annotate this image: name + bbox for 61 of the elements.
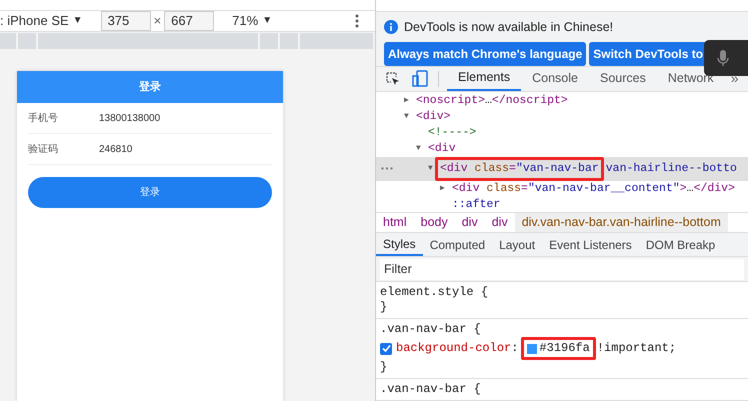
closing-brace: } — [380, 360, 388, 375]
expand-arrow[interactable]: ▼ — [404, 112, 409, 121]
breadcrumb-item[interactable]: body — [414, 213, 455, 232]
breadcrumb-item[interactable]: div — [484, 213, 515, 232]
nav-title: 登录 — [139, 80, 161, 95]
dom-node-text: ::after — [452, 198, 500, 211]
breadcrumb-item[interactable]: html — [376, 213, 414, 232]
dom-node-text: <div class="van-nav-bar__content">…</div> — [452, 182, 735, 195]
styles-tab[interactable]: Layout — [492, 233, 542, 256]
login-button[interactable]: 登录 — [28, 177, 272, 208]
dom-node-line[interactable]: ::after — [376, 196, 748, 212]
dom-node-text: <noscript>…</noscript> — [416, 94, 568, 107]
styles-tab[interactable]: Event Listeners — [542, 233, 639, 256]
css-important: !important; — [596, 341, 676, 356]
declaration-checkbox[interactable] — [380, 342, 392, 354]
times-sign: × — [154, 12, 162, 30]
css-selector: .van-nav-bar { — [380, 322, 482, 337]
device-select[interactable]: : iPhone SE ▼ — [0, 11, 83, 31]
field-input[interactable]: 246810 — [99, 142, 132, 156]
color-swatch[interactable] — [527, 344, 538, 354]
expand-arrow[interactable]: ▶ — [404, 96, 409, 105]
dom-node-line[interactable]: ▶ <div class="van-nav-bar__content">…</div> — [376, 180, 748, 197]
css-selector: element.style { — [380, 285, 490, 300]
microphone-icon[interactable] — [717, 49, 729, 67]
dom-node-line[interactable]: <!----> — [376, 124, 748, 141]
dom-node-line[interactable]: ▼ <div — [376, 140, 748, 157]
device-toggle-icon[interactable] — [412, 70, 428, 88]
dom-node-text: <div — [428, 142, 456, 155]
info-icon — [384, 20, 398, 34]
zoom-select[interactable]: 71% ▼ — [232, 11, 272, 31]
css-property: background-color — [396, 341, 512, 356]
dom-node-text: van-hairline--botto — [606, 162, 737, 175]
field-label: 手机号 — [28, 112, 59, 126]
styles-tab[interactable]: DOM Breakp — [638, 233, 722, 256]
css-value: #3196fa — [539, 341, 590, 356]
panel-tab[interactable]: Sources — [588, 66, 657, 91]
field-label: 验证码 — [28, 142, 59, 156]
styles-tab[interactable]: Computed — [422, 233, 492, 256]
ellipsis-icon[interactable] — [381, 167, 393, 170]
inspect-element-icon[interactable] — [386, 72, 400, 86]
breadcrumb-item[interactable]: div — [454, 213, 485, 232]
dom-node-text: <div> — [416, 110, 451, 123]
dom-node-text: <!----> — [428, 126, 476, 139]
breadcrumb-item[interactable]: div.van-nav-bar.van-hairline--bottom — [514, 213, 728, 232]
width-field[interactable]: 375 — [100, 10, 151, 31]
expand-arrow[interactable]: ▶ — [440, 184, 445, 193]
dom-node-line[interactable]: ▼ <div> — [376, 108, 748, 125]
height-field[interactable]: 667 — [164, 10, 214, 31]
filter-field[interactable]: Filter — [380, 258, 744, 280]
infobar-message: DevTools is now available in Chinese! — [404, 18, 614, 36]
more-options-icon[interactable] — [355, 14, 359, 28]
expand-arrow[interactable]: ▼ — [428, 164, 433, 173]
dom-node-text: <div class="van-nav-bar — [440, 162, 599, 175]
field-input[interactable]: 13800138000 — [99, 110, 160, 126]
closing-brace: } — [380, 300, 388, 315]
language-button[interactable]: Always match Chrome's language — [384, 42, 586, 66]
colon: : — [511, 341, 518, 356]
dom-node-line[interactable]: ▶ <noscript>…</noscript> — [376, 92, 748, 109]
css-selector: .van-nav-bar { — [380, 382, 482, 397]
expand-arrow[interactable]: ▼ — [416, 144, 421, 153]
panel-tab[interactable]: Console — [521, 66, 589, 91]
